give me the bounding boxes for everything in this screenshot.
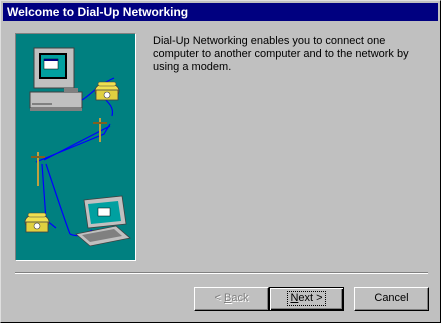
separator-line: [15, 272, 428, 274]
cancel-button[interactable]: Cancel: [354, 287, 429, 311]
back-label-rest: ack: [231, 292, 249, 304]
wizard-description: Dial-Up Networking enables you to connec…: [153, 35, 409, 73]
window-title: Welcome to Dial-Up Networking: [7, 5, 189, 19]
dialog-window: Welcome to Dial-Up Networking Dial-Up Ne…: [0, 0, 441, 323]
next-focus-box: Next >: [287, 291, 326, 306]
telephone-icon: [94, 81, 120, 101]
wizard-illustration: [15, 33, 136, 261]
back-button[interactable]: < Back: [194, 287, 269, 311]
network-illustration-art: [24, 47, 131, 247]
back-prefix: <: [214, 292, 224, 304]
next-label-rest: ext >: [298, 292, 323, 304]
cancel-label: Cancel: [374, 292, 409, 304]
laptop-icon: [75, 195, 131, 247]
telephone-icon-bottom: [24, 212, 50, 233]
title-bar[interactable]: Welcome to Dial-Up Networking: [3, 3, 438, 21]
desktop-computer-icon: [29, 47, 83, 111]
next-button[interactable]: Next >: [269, 287, 344, 311]
